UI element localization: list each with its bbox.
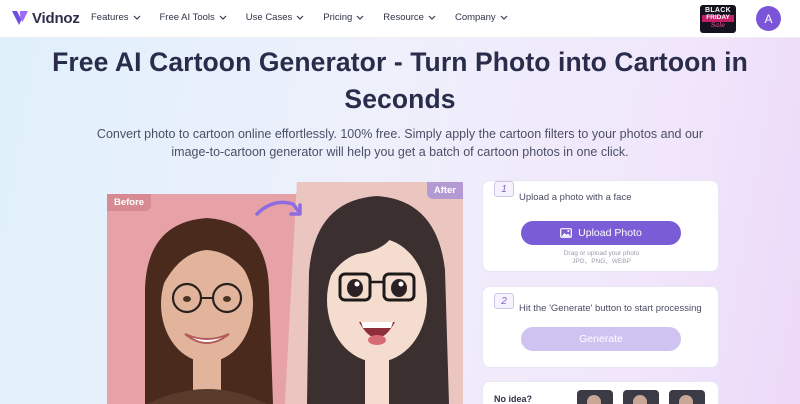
sample-photos-card: No idea? [482, 381, 719, 404]
upload-step-card: 1 Upload a photo with a face Upload Phot… [482, 180, 719, 272]
woman-photo-illustration [107, 194, 297, 404]
promo-line-1: BLACK [705, 7, 731, 14]
menu-features[interactable]: Features [91, 12, 141, 23]
before-photo [107, 194, 297, 404]
menu-resource[interactable]: Resource [383, 12, 436, 23]
no-idea-label: No idea? [494, 394, 533, 404]
generate-button[interactable]: Generate [521, 327, 681, 351]
top-navbar: Vidnoz Features Free AI Tools Use Cases … [0, 0, 800, 38]
page-title: Free AI Cartoon Generator - Turn Photo i… [52, 47, 748, 114]
cartoon-girl-illustration [285, 182, 463, 404]
after-cartoon [285, 182, 463, 404]
generate-step-card: 2 Hit the 'Generate' button to start pro… [482, 286, 719, 368]
before-after-preview: Before After [107, 182, 463, 404]
user-avatar[interactable]: A [756, 6, 781, 31]
promo-line-3: Sale [710, 20, 726, 29]
chevron-down-icon [296, 15, 304, 20]
page-subtitle: Convert photo to cartoon online effortle… [96, 127, 704, 159]
menu-label: Use Cases [245, 12, 293, 23]
vidnoz-logo-icon [12, 11, 28, 25]
sample-photo-thumbnail[interactable] [669, 390, 705, 404]
sample-photo-thumbnail[interactable] [577, 390, 613, 404]
step-instruction: Hit the 'Generate' button to start proce… [519, 303, 702, 314]
brand-logo[interactable]: Vidnoz [11, 9, 80, 27]
chevron-down-icon [133, 15, 140, 20]
curved-arrow-icon [255, 200, 302, 216]
before-badge: Before [107, 194, 152, 211]
main-menu: Features Free AI Tools Use Cases Pricing… [91, 12, 527, 23]
chevron-down-icon [500, 15, 508, 20]
image-icon [560, 228, 573, 238]
menu-pricing[interactable]: Pricing [323, 12, 364, 23]
menu-free-ai-tools[interactable]: Free AI Tools [160, 12, 227, 23]
upload-formats: JPG、PNG、WEBP [572, 258, 631, 265]
brand-name: Vidnoz [32, 9, 80, 27]
sample-photo-thumbnail[interactable] [623, 390, 659, 404]
after-badge: After [426, 182, 463, 199]
menu-label: Free AI Tools [159, 12, 215, 23]
menu-label: Features [91, 12, 129, 23]
menu-label: Company [454, 12, 496, 23]
menu-label: Resource [383, 12, 424, 23]
chevron-down-icon [356, 15, 364, 20]
step-instruction: Upload a photo with a face [519, 192, 632, 203]
black-friday-promo-badge[interactable]: BLACK FRIDAY Sale [700, 5, 736, 33]
step-number: 1 [494, 181, 514, 197]
menu-use-cases[interactable]: Use Cases [246, 12, 304, 23]
upload-photo-button[interactable]: Upload Photo [521, 221, 681, 245]
menu-company[interactable]: Company [455, 12, 508, 23]
step-number: 2 [494, 293, 514, 309]
menu-label: Pricing [323, 12, 353, 23]
upload-button-label: Upload Photo [578, 227, 642, 239]
chevron-down-icon [428, 15, 436, 20]
chevron-down-icon [219, 15, 227, 20]
